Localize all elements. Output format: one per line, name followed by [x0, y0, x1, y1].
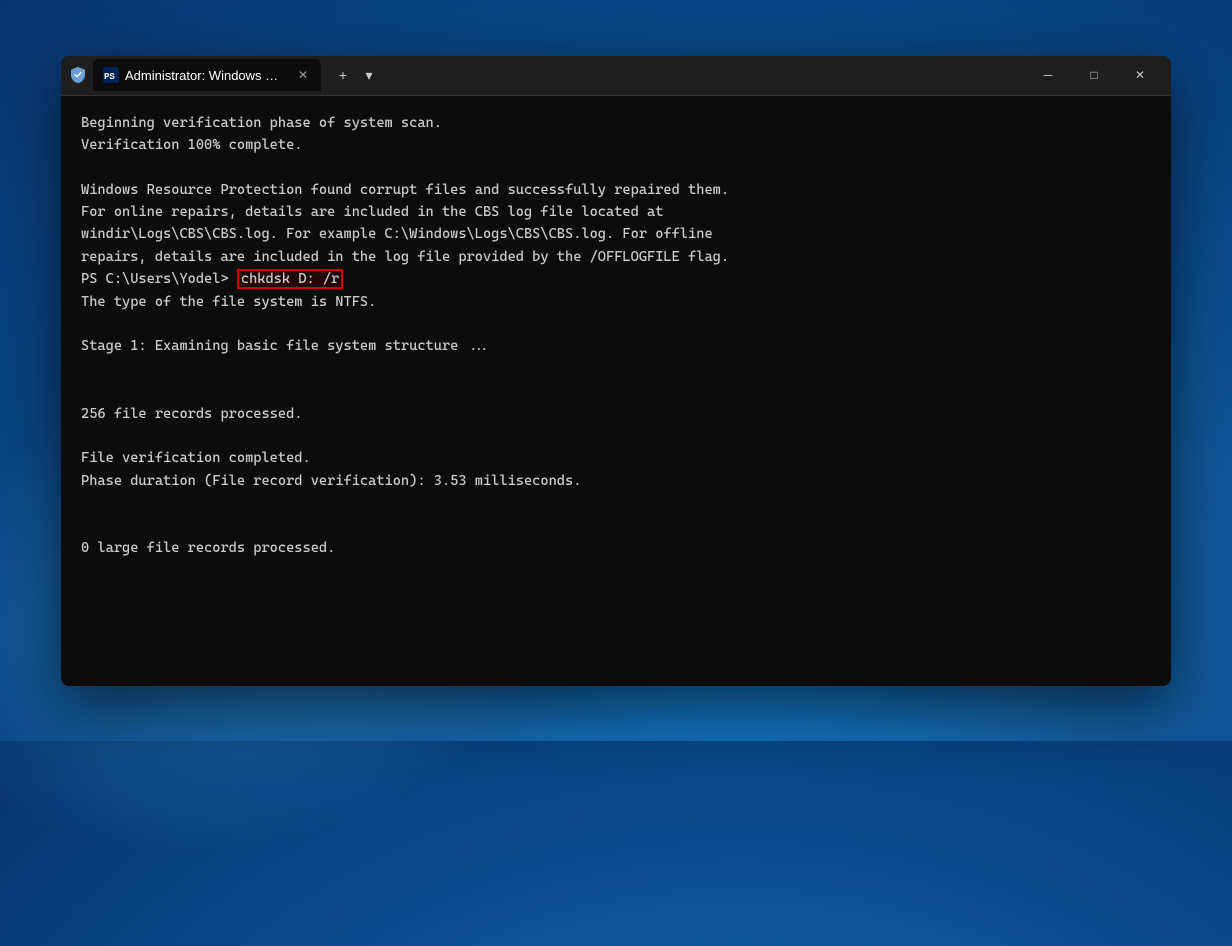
- active-tab[interactable]: PS Administrator: Windows Powe ✕: [93, 59, 321, 91]
- close-button[interactable]: ✕: [1117, 56, 1163, 96]
- title-bar-left: PS Administrator: Windows Powe ✕ + ▾: [69, 59, 1025, 91]
- tab-actions: + ▾: [331, 63, 381, 87]
- tab-dropdown-button[interactable]: ▾: [357, 63, 381, 87]
- shield-icon: [69, 66, 87, 84]
- minimize-button[interactable]: ─: [1025, 56, 1071, 96]
- terminal-blank-6: [81, 492, 1151, 514]
- terminal-line-4: For online repairs, details are included…: [81, 201, 1151, 223]
- terminal-line-10: 256 file records processed.: [81, 403, 1151, 425]
- close-tab-button[interactable]: ✕: [295, 67, 311, 83]
- window-controls: ─ □ ✕: [1025, 56, 1163, 96]
- highlighted-command: chkdsk D: /r: [237, 269, 343, 289]
- terminal-line-7: PS C:\Users\Yodel> chkdsk D: /r: [81, 268, 1151, 290]
- terminal-line-6: repairs, details are included in the log…: [81, 246, 1151, 268]
- terminal-blank-1: [81, 156, 1151, 178]
- terminal-line-9: Stage 1: Examining basic file system str…: [81, 335, 1151, 357]
- terminal-blank-2: [81, 313, 1151, 335]
- terminal-line-1: Beginning verification phase of system s…: [81, 112, 1151, 134]
- terminal-line-3: Windows Resource Protection found corrup…: [81, 179, 1151, 201]
- tab-title: Administrator: Windows Powe: [125, 68, 285, 83]
- terminal-blank-4: [81, 380, 1151, 402]
- terminal-line-13: 0 large file records processed.: [81, 537, 1151, 559]
- terminal-line-12: Phase duration (File record verification…: [81, 470, 1151, 492]
- terminal-output[interactable]: Beginning verification phase of system s…: [61, 96, 1171, 686]
- new-tab-button[interactable]: +: [331, 63, 355, 87]
- powershell-icon: PS: [103, 67, 119, 83]
- terminal-blank-3: [81, 358, 1151, 380]
- maximize-button[interactable]: □: [1071, 56, 1117, 96]
- terminal-blank-7: [81, 515, 1151, 537]
- terminal-line-11: File verification completed.: [81, 447, 1151, 469]
- terminal-line-5: windir\Logs\CBS\CBS.log. For example C:\…: [81, 223, 1151, 245]
- terminal-line-8: The type of the file system is NTFS.: [81, 291, 1151, 313]
- title-bar: PS Administrator: Windows Powe ✕ + ▾ ─ □…: [61, 56, 1171, 96]
- terminal-line-2: Verification 100% complete.: [81, 134, 1151, 156]
- svg-text:PS: PS: [104, 72, 115, 82]
- terminal-blank-5: [81, 425, 1151, 447]
- terminal-window: PS Administrator: Windows Powe ✕ + ▾ ─ □…: [61, 56, 1171, 686]
